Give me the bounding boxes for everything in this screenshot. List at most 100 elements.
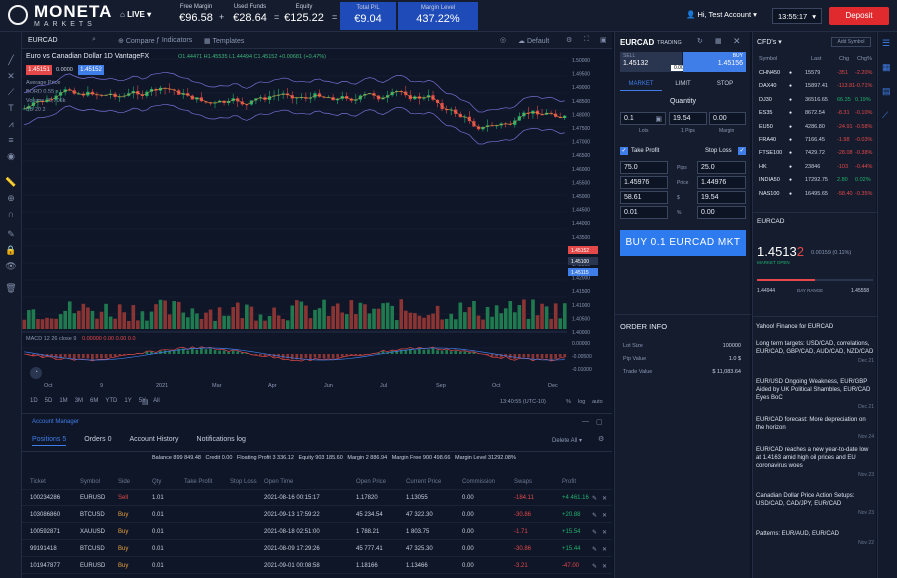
brush-icon[interactable]: ✎	[5, 228, 17, 240]
watchlist-column-header[interactable]: Chg%	[857, 56, 872, 62]
ruler-icon[interactable]: 📏	[5, 176, 17, 188]
percent-toggle[interactable]: %	[566, 399, 571, 405]
take-profit-input[interactable]: 1.45976	[620, 176, 668, 189]
camera-icon[interactable]: ▣	[600, 36, 607, 44]
column-header[interactable]: Open Time	[264, 479, 293, 485]
add-symbol-input[interactable]: Add Symbol	[831, 37, 871, 47]
calendar-icon[interactable]: ▤	[142, 398, 149, 406]
refresh-icon[interactable]: ↻	[697, 37, 703, 45]
stop-loss-input[interactable]: 19.54	[697, 191, 746, 204]
search-icon[interactable]: ⌕	[92, 36, 96, 44]
fib-icon[interactable]: ≡	[5, 134, 17, 146]
watchlist-row[interactable]: INDIA50 ● 17292.75 2.80 0.02%	[753, 177, 877, 189]
take-profit-input[interactable]: 58.61	[620, 191, 668, 204]
news-item[interactable]: Long term targets: USD/CAD, correlations…	[756, 340, 874, 365]
watchlist-column-header[interactable]: Chg	[839, 56, 849, 62]
chart-symbol[interactable]: EURCAD	[28, 37, 58, 44]
delete-all-button[interactable]: Delete All ▾	[552, 437, 582, 444]
watchlist-selector[interactable]: CFD's ▾	[757, 38, 782, 46]
trash-icon[interactable]: 🗑	[5, 282, 17, 294]
take-profit-input[interactable]: 75.0	[620, 161, 668, 174]
zoom-icon[interactable]: ⊕	[5, 192, 17, 204]
positions-tab[interactable]: Notifications log	[197, 436, 246, 443]
timeframe-button[interactable]: YTD	[105, 398, 117, 404]
indicators-button[interactable]: ƒ Indicators	[156, 37, 192, 44]
watchlist-row[interactable]: FTSE100 ● 7429.72 -28.08 -0.38%	[753, 150, 877, 162]
news-item[interactable]: Patterns: EUR/AUD, EUR/CAD Nov 22	[756, 530, 874, 547]
positions-tab[interactable]: Positions 5	[32, 436, 67, 446]
column-header[interactable]: Commission	[462, 479, 495, 485]
order-type-tab[interactable]: MARKET	[620, 81, 662, 91]
settings-icon[interactable]: ⚙	[598, 435, 604, 443]
watchlist-row[interactable]: FRA40 ● 7166.45 -1.98 -0.03%	[753, 137, 877, 149]
fullscreen-icon[interactable]: ⛶	[584, 36, 589, 44]
auto-toggle[interactable]: auto	[592, 399, 603, 405]
close-icon[interactable]: ✕	[602, 512, 607, 519]
column-header[interactable]: Take Profit	[184, 479, 212, 485]
timeframe-button[interactable]: 5D	[45, 398, 53, 404]
close-icon[interactable]: ✕	[602, 529, 607, 536]
eye-icon[interactable]: ◉	[5, 150, 17, 162]
chart-canvas[interactable]: 1.50000 1.49500 1.49000 1.48500 1.48000 1.475…	[22, 49, 612, 412]
close-icon[interactable]: ✕	[733, 36, 741, 47]
news-icon[interactable]: ▤	[882, 86, 894, 98]
visibility-icon[interactable]: 👁	[5, 260, 17, 272]
timeframe-button[interactable]: 1M	[59, 398, 67, 404]
cross-icon[interactable]: ✕	[5, 70, 17, 82]
maximize-icon[interactable]: ▢	[596, 418, 603, 426]
stop-loss-checkbox[interactable]: ✓	[738, 147, 746, 155]
watchlist-column-header[interactable]: Last	[811, 56, 821, 62]
pattern-icon[interactable]: ⩘	[5, 118, 17, 130]
position-row[interactable]: 100592871 XAUUSD Buy 0.01 2021-08-18 02:51:0…	[22, 525, 612, 540]
price-chart[interactable]: Euro vs Canadian Dollar 1D VantageFX O1.…	[22, 49, 612, 412]
timeframe-button[interactable]: 1Y	[124, 398, 131, 404]
order-type-tab[interactable]: LIMIT	[662, 81, 704, 87]
settings-icon[interactable]: ⚙	[566, 36, 572, 44]
user-menu[interactable]: 👤 Hi, Test Account ▾	[686, 10, 757, 19]
stop-loss-input[interactable]: 1.44976	[697, 176, 746, 189]
edit-icon[interactable]: ✎	[592, 546, 597, 553]
buy-quote-button[interactable]: BUY 1.45156	[683, 52, 746, 72]
watchlist-row[interactable]: EU50 ● 4286.80 -24.91 -0.58%	[753, 124, 877, 136]
screenshot-icon[interactable]: ◎	[500, 36, 506, 44]
column-header[interactable]: Ticket	[30, 479, 46, 485]
compare-button[interactable]: ⊕ Compare	[118, 37, 155, 45]
buy-market-button[interactable]: BUY 0.1 EURCAD MKT	[620, 230, 746, 256]
position-row[interactable]: 100234286 EURUSD Sell 1.01 2021-08-16 00:15:…	[22, 491, 612, 506]
watchlist-row[interactable]: NAS100 ● 16495.65 -58.40 -0.35%	[753, 191, 877, 203]
column-header[interactable]: Stop Loss	[230, 479, 257, 485]
edit-icon[interactable]: ✎	[592, 563, 597, 570]
take-profit-checkbox[interactable]: ✓	[620, 147, 628, 155]
deposit-button[interactable]: Deposit	[829, 7, 889, 25]
column-header[interactable]: Qty	[152, 479, 161, 485]
watchlist-row[interactable]: ES35 ● 8672.54 -8.31 -0.10%	[753, 110, 877, 122]
time-selector[interactable]: 13:55:17 ▾	[772, 8, 822, 24]
grid-icon[interactable]: ▦	[715, 37, 722, 45]
watchlist-column-header[interactable]: Symbol	[759, 56, 777, 62]
news-item[interactable]: EUR/CAD forecast: More depreciation on t…	[756, 416, 874, 441]
log-toggle[interactable]: log	[578, 399, 585, 405]
positions-tab[interactable]: Orders 0	[84, 436, 111, 443]
edit-icon[interactable]: ✎	[592, 512, 597, 519]
quantity-input[interactable]: 0.1 ▣	[620, 112, 666, 125]
position-row[interactable]: 99191418 BTCUSD Buy 0.01 2021-08-09 17:29:26…	[22, 542, 612, 557]
templates-button[interactable]: ▦ Templates	[204, 37, 244, 45]
watchlist-row[interactable]: DAX40 ● 15897.41 -113.81 -0.71%	[753, 83, 877, 95]
watchlist-row[interactable]: HK ● 23846 -103 -0.44%	[753, 164, 877, 176]
column-header[interactable]: Profit	[562, 479, 576, 485]
minimize-icon[interactable]: —	[582, 418, 589, 425]
position-row[interactable]: 103086860 BTCUSD Buy 0.01 2021-09-13 17:59:2…	[22, 508, 612, 523]
order-type-tab[interactable]: STOP	[704, 81, 746, 87]
units-input[interactable]: 19.54	[669, 112, 707, 125]
column-header[interactable]: Side	[118, 479, 130, 485]
brand-logo[interactable]: MONETA MARKETS	[34, 3, 112, 29]
watchlist-icon[interactable]: ☰	[882, 38, 894, 50]
timeframe-button[interactable]: All	[153, 398, 160, 404]
take-profit-input[interactable]: 0.01	[620, 206, 668, 219]
amount-input[interactable]: 0.00	[709, 112, 746, 125]
edit-icon[interactable]: ✎	[592, 529, 597, 536]
news-item[interactable]: EUR/USD Ongoing Weakness, EUR/GBP Aided …	[756, 378, 874, 411]
edit-icon[interactable]: ✎	[592, 495, 597, 502]
magnet-icon[interactable]: ∩	[5, 208, 17, 220]
timeframe-button[interactable]: 6M	[90, 398, 98, 404]
